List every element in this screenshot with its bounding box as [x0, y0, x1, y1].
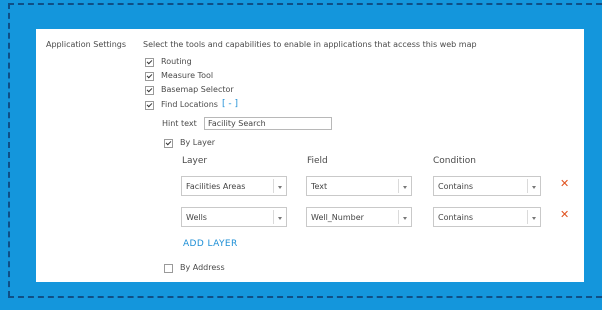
- chevron-down-icon: [273, 210, 286, 224]
- layer-select-value: Facilities Areas: [186, 182, 246, 191]
- chevron-down-icon: [398, 210, 411, 224]
- dashed-border-top: [8, 3, 602, 5]
- chevron-down-icon: [398, 179, 411, 193]
- layer-select-value: Wells: [186, 213, 207, 222]
- field-select-value: Well_Number: [311, 213, 364, 222]
- by-address-checkbox[interactable]: [164, 264, 173, 273]
- field-select-value: Text: [311, 182, 328, 191]
- field-select-row-1[interactable]: Text: [306, 176, 412, 196]
- hint-text-input[interactable]: Facility Search: [204, 117, 332, 130]
- dashed-border-left: [8, 3, 10, 297]
- find-locations-label: Find Locations: [161, 100, 218, 109]
- condition-select-row-2[interactable]: Contains: [433, 207, 541, 227]
- basemap-selector-checkbox[interactable]: [145, 86, 154, 95]
- measure-tool-checkbox[interactable]: [145, 72, 154, 81]
- section-description: Select the tools and capabilities to ena…: [143, 40, 477, 49]
- routing-label: Routing: [161, 57, 192, 66]
- delete-row-2-close-icon[interactable]: ✕: [560, 208, 569, 221]
- section-label: Application Settings: [46, 40, 127, 49]
- layer-select-row-1[interactable]: Facilities Areas: [181, 176, 287, 196]
- measure-tool-label: Measure Tool: [161, 71, 214, 80]
- by-address-label: By Address: [180, 263, 225, 272]
- find-locations-checkbox[interactable]: [145, 101, 154, 110]
- column-header-condition: Condition: [433, 156, 476, 166]
- add-layer-button[interactable]: ADD LAYER: [183, 239, 238, 249]
- by-layer-label: By Layer: [180, 138, 216, 147]
- chevron-down-icon: [527, 179, 540, 193]
- by-layer-checkbox[interactable]: [164, 139, 173, 148]
- chevron-down-icon: [527, 210, 540, 224]
- delete-row-1-close-icon[interactable]: ✕: [560, 177, 569, 190]
- dashed-border-bottom: [8, 296, 602, 298]
- column-header-layer: Layer: [182, 156, 208, 166]
- find-locations-collapse-toggle[interactable]: [ - ]: [222, 99, 238, 109]
- application-settings-panel: Application Settings Select the tools an…: [36, 29, 584, 282]
- layer-select-row-2[interactable]: Wells: [181, 207, 287, 227]
- condition-select-value: Contains: [438, 182, 474, 191]
- routing-checkbox[interactable]: [145, 58, 154, 67]
- field-select-row-2[interactable]: Well_Number: [306, 207, 412, 227]
- basemap-selector-label: Basemap Selector: [161, 85, 234, 94]
- hint-text-label: Hint text: [162, 119, 197, 128]
- hint-text-value: Facility Search: [208, 119, 266, 128]
- chevron-down-icon: [273, 179, 286, 193]
- condition-select-row-1[interactable]: Contains: [433, 176, 541, 196]
- column-header-field: Field: [307, 156, 328, 166]
- condition-select-value: Contains: [438, 213, 474, 222]
